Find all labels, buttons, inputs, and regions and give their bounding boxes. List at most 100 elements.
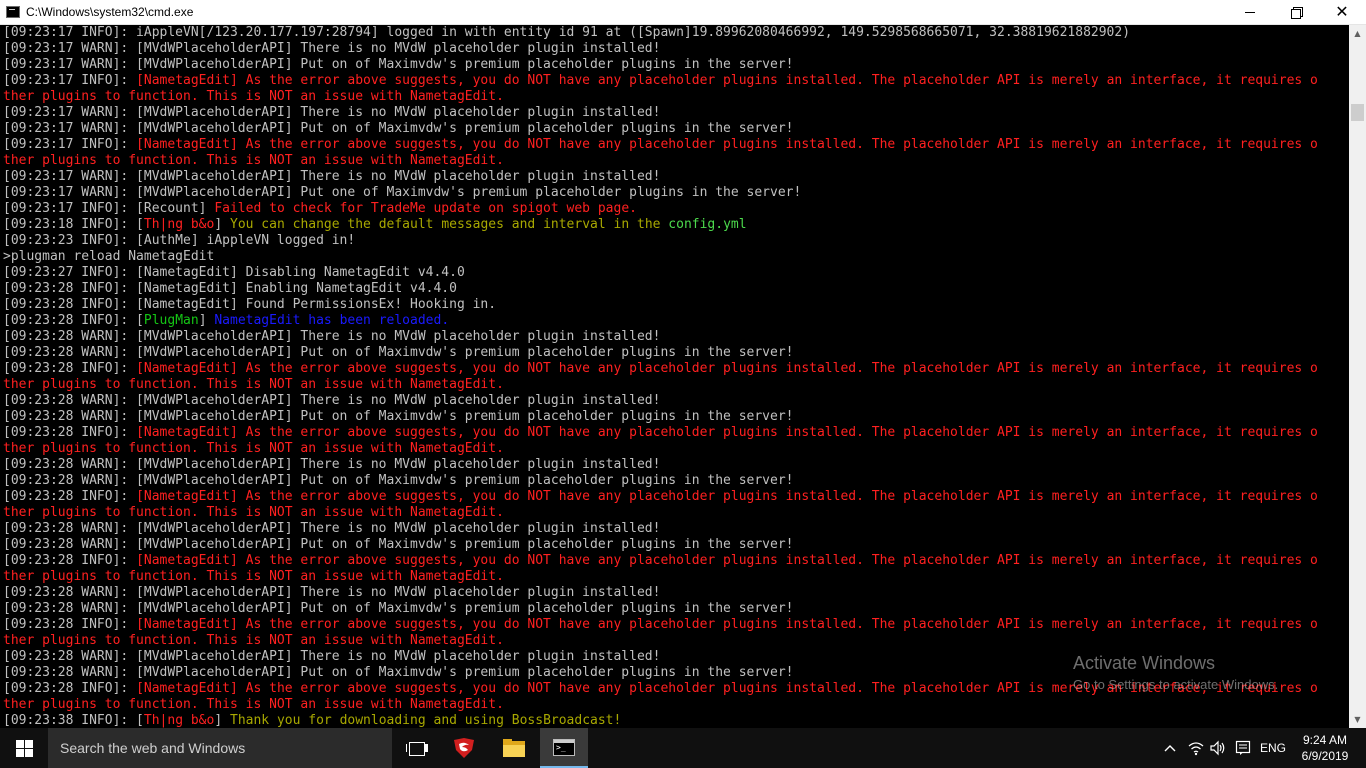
console-text-segment: ther plugins to function. This is NOT an…: [3, 153, 504, 168]
console-text-segment: ther plugins to function. This is NOT an…: [3, 89, 504, 104]
console-text-segment: [09:23:28 WARN]: [MVdWPlaceholderAPI] Pu…: [3, 537, 794, 552]
console-text-segment: ]: [214, 713, 230, 728]
console-text-segment: ther plugins to function. This is NOT an…: [3, 569, 504, 584]
console-text-segment: config.yml: [668, 217, 747, 232]
console-line: [09:23:17 INFO]: [Recount] Failed to che…: [0, 201, 1349, 217]
console-text-segment: [09:23:17 WARN]: [MVdWPlaceholderAPI] Pu…: [3, 121, 794, 136]
console-text-segment: [09:23:28 INFO]:: [3, 617, 137, 632]
console-line: [09:23:17 INFO]: [NametagEdit] As the er…: [0, 137, 1349, 153]
console-text-segment: [09:23:28 INFO]:: [3, 553, 137, 568]
close-icon: ✕: [1335, 2, 1349, 21]
scroll-up-arrow-icon[interactable]: ▲: [1349, 25, 1366, 42]
console-line: [09:23:17 WARN]: [MVdWPlaceholderAPI] Pu…: [0, 121, 1349, 137]
console-line: [09:23:17 INFO]: iAppleVN[/123.20.177.19…: [0, 25, 1349, 41]
close-button[interactable]: ✕: [1319, 0, 1365, 24]
input-language-indicator[interactable]: ENG: [1256, 728, 1290, 768]
restore-icon: [1291, 7, 1303, 19]
taskbar-clock[interactable]: 9:24 AM 6/9/2019: [1294, 732, 1356, 764]
console-text-segment: [09:23:23 INFO]: [AuthMe] iAppleVN logge…: [3, 233, 356, 248]
console-line: [09:23:17 WARN]: [MVdWPlaceholderAPI] Th…: [0, 169, 1349, 185]
console-text-segment: [09:23:17 WARN]: [MVdWPlaceholderAPI] Th…: [3, 105, 661, 120]
network-wifi-icon[interactable]: [1185, 728, 1207, 768]
console-text-segment: ]: [214, 217, 230, 232]
cmd-taskbar-button[interactable]: [540, 728, 588, 768]
console-text-segment: ther plugins to function. This is NOT an…: [3, 377, 504, 392]
console-text-segment: [09:23:28 INFO]: [: [3, 313, 144, 328]
action-center-notification-icon[interactable]: [1233, 728, 1253, 768]
console-text-segment: [09:23:28 INFO]:: [3, 361, 137, 376]
console-text-segment: >plugman reload NametagEdit: [3, 249, 215, 264]
console-line: [09:23:18 INFO]: [Th|ng b&o] You can cha…: [0, 217, 1349, 233]
console-line: ther plugins to function. This is NOT an…: [0, 153, 1349, 169]
cmd-window-icon[interactable]: [6, 6, 20, 18]
console-text-segment: [09:23:28 INFO]:: [3, 489, 137, 504]
console-line: [09:23:23 INFO]: [AuthMe] iAppleVN logge…: [0, 233, 1349, 249]
maximize-button[interactable]: [1273, 0, 1319, 24]
title-bar[interactable]: C:\Windows\system32\cmd.exe ✕: [0, 0, 1366, 25]
console-text-segment: Th|ng b&o: [143, 713, 215, 728]
console-line: ther plugins to function. This is NOT an…: [0, 441, 1349, 457]
console-text-segment: [09:23:17 INFO]:: [3, 137, 137, 152]
console-text-segment: [09:23:28 WARN]: [MVdWPlaceholderAPI] Pu…: [3, 601, 794, 616]
console-text-segment: [NametagEdit] As the error above suggest…: [136, 617, 1318, 632]
task-view-icon: [406, 741, 426, 756]
console-text-segment: [09:23:17 INFO]: iAppleVN[/123.20.177.19…: [3, 25, 1131, 40]
console-text-segment: [09:23:18 INFO]: [: [3, 217, 144, 232]
task-view-button[interactable]: [392, 728, 440, 768]
scrollbar-thumb[interactable]: [1351, 104, 1364, 121]
console-text-segment: [09:23:28 WARN]: [MVdWPlaceholderAPI] Pu…: [3, 409, 794, 424]
scroll-down-arrow-icon[interactable]: ▼: [1349, 711, 1366, 728]
show-hidden-icons-chevron-icon[interactable]: [1160, 728, 1180, 768]
garena-taskbar-button[interactable]: [440, 728, 488, 768]
search-box[interactable]: Search the web and Windows: [48, 728, 392, 768]
console-text-segment: [09:23:17 WARN]: [MVdWPlaceholderAPI] Th…: [3, 169, 661, 184]
volume-speaker-icon[interactable]: [1208, 728, 1228, 768]
console-text-segment: ther plugins to function. This is NOT an…: [3, 441, 504, 456]
console-text-segment: [NametagEdit] As the error above suggest…: [136, 137, 1318, 152]
file-explorer-icon: [503, 739, 525, 757]
console-text-segment: [09:23:28 INFO]:: [3, 681, 137, 696]
console-line: [09:23:28 WARN]: [MVdWPlaceholderAPI] Pu…: [0, 473, 1349, 489]
console-text-segment: [09:23:28 WARN]: [MVdWPlaceholderAPI] Th…: [3, 393, 661, 408]
start-button[interactable]: [0, 728, 48, 768]
console-line: [09:23:28 WARN]: [MVdWPlaceholderAPI] Pu…: [0, 665, 1349, 681]
console-line: [09:23:28 WARN]: [MVdWPlaceholderAPI] Th…: [0, 393, 1349, 409]
console-text-segment: [09:23:28 INFO]:: [3, 425, 137, 440]
console-text-segment: PlugMan: [143, 313, 199, 328]
console-text-segment: [09:23:28 WARN]: [MVdWPlaceholderAPI] Th…: [3, 329, 661, 344]
console-text-segment: [NametagEdit] As the error above suggest…: [136, 425, 1318, 440]
console-line: [09:23:28 WARN]: [MVdWPlaceholderAPI] Pu…: [0, 345, 1349, 361]
console-text-segment: [09:23:28 WARN]: [MVdWPlaceholderAPI] Th…: [3, 585, 661, 600]
console-line: [09:23:17 WARN]: [MVdWPlaceholderAPI] Th…: [0, 41, 1349, 57]
console-line: ther plugins to function. This is NOT an…: [0, 633, 1349, 649]
console-text-segment: You can change the default messages and …: [230, 217, 669, 232]
console-line: [09:23:28 WARN]: [MVdWPlaceholderAPI] Th…: [0, 521, 1349, 537]
console-text-segment: Thank you for downloading and using Boss…: [230, 713, 622, 728]
console-text-segment: [09:23:38 INFO]: [: [3, 713, 144, 728]
console-text-segment: [NametagEdit] As the error above suggest…: [136, 73, 1318, 88]
console-line: [09:23:28 WARN]: [MVdWPlaceholderAPI] Th…: [0, 457, 1349, 473]
console-line: [09:23:28 WARN]: [MVdWPlaceholderAPI] Th…: [0, 329, 1349, 345]
console-text-segment: [09:23:17 WARN]: [MVdWPlaceholderAPI] Th…: [3, 41, 661, 56]
console-line: [09:23:28 INFO]: [PlugMan] NametagEdit h…: [0, 313, 1349, 329]
console-text-segment: ther plugins to function. This is NOT an…: [3, 505, 504, 520]
console-text-segment: [09:23:27 INFO]: [NametagEdit] Disabling…: [3, 265, 465, 280]
console-line: [09:23:28 WARN]: [MVdWPlaceholderAPI] Pu…: [0, 601, 1349, 617]
console-output[interactable]: [09:23:17 INFO]: iAppleVN[/123.20.177.19…: [0, 25, 1349, 728]
console-line: [09:23:28 INFO]: [NametagEdit] As the er…: [0, 681, 1349, 697]
clock-date: 6/9/2019: [1301, 749, 1349, 763]
console-line: [09:23:17 INFO]: [NametagEdit] As the er…: [0, 73, 1349, 89]
vertical-scrollbar[interactable]: ▲ ▼: [1349, 25, 1366, 728]
clock-time: 9:24 AM: [1302, 733, 1348, 747]
console-line: [09:23:28 INFO]: [NametagEdit] As the er…: [0, 617, 1349, 633]
console-text-segment: [09:23:28 WARN]: [MVdWPlaceholderAPI] Th…: [3, 649, 661, 664]
console-line: ther plugins to function. This is NOT an…: [0, 377, 1349, 393]
console-text-segment: Th|ng b&o: [143, 217, 215, 232]
console-text-segment: [09:23:28 WARN]: [MVdWPlaceholderAPI] Th…: [3, 521, 661, 536]
console-text-segment: [NametagEdit] As the error above suggest…: [136, 489, 1318, 504]
file-explorer-taskbar-button[interactable]: [490, 728, 538, 768]
garena-icon: [454, 738, 474, 758]
minimize-button[interactable]: [1227, 0, 1273, 24]
minimize-icon: [1245, 11, 1255, 13]
console-line: >plugman reload NametagEdit: [0, 249, 1349, 265]
